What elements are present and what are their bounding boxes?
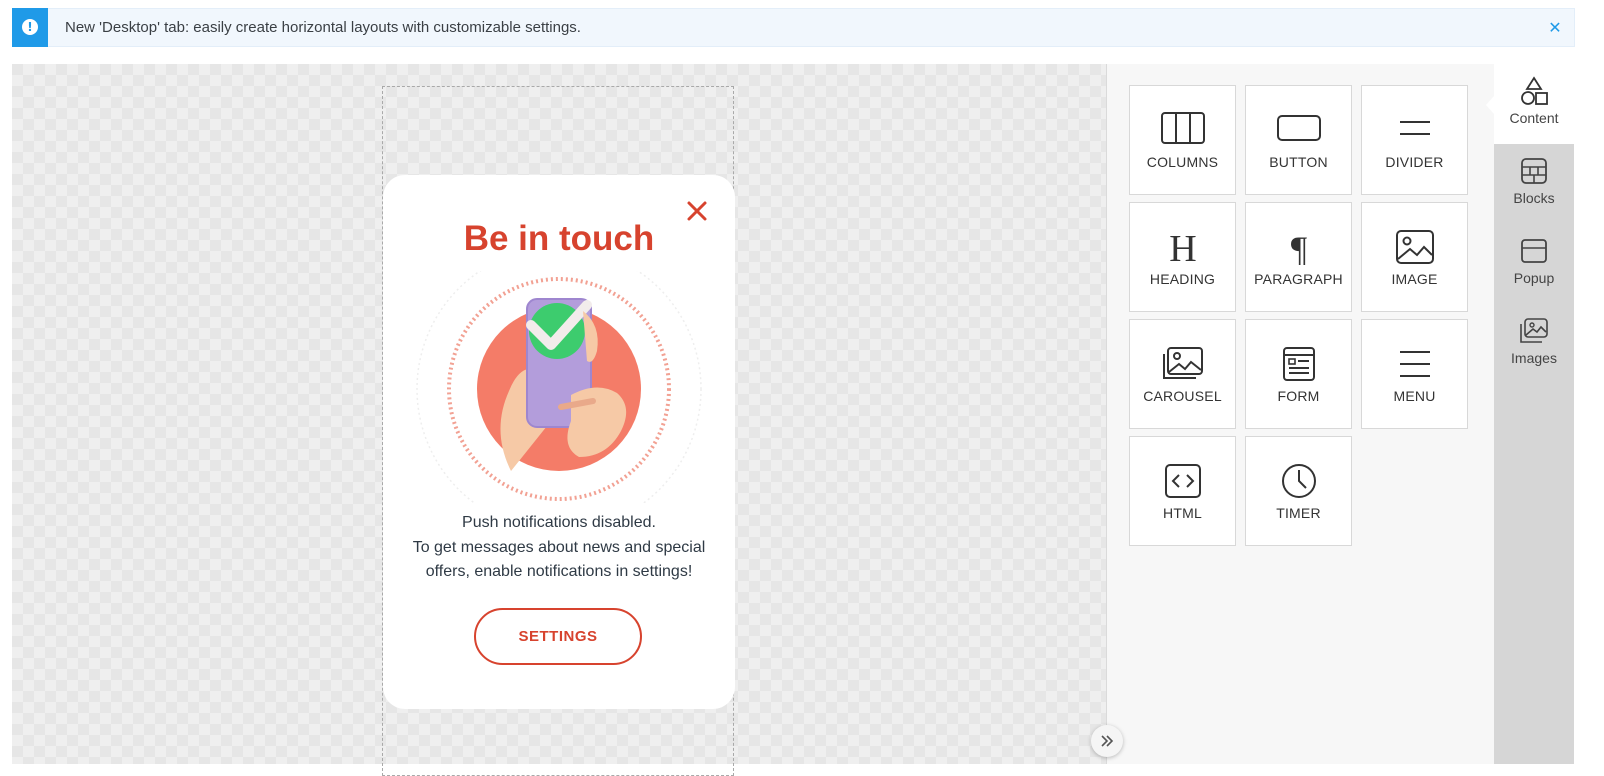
tile-paragraph[interactable]: ¶ PARAGRAPH	[1245, 202, 1352, 312]
shapes-icon	[1521, 76, 1548, 105]
collapse-panel-button[interactable]	[1091, 725, 1123, 757]
tab-label: Blocks	[1513, 190, 1555, 206]
divider-icon	[1399, 121, 1430, 135]
menu-icon	[1399, 351, 1430, 377]
tile-menu[interactable]: MENU	[1361, 319, 1468, 429]
tab-popup[interactable]: Popup	[1494, 224, 1574, 304]
popup-text-line: offers, enable notifications in settings…	[425, 563, 693, 580]
info-banner: ! New 'Desktop' tab: easily create horiz…	[12, 7, 1575, 47]
editor-canvas: Be in touch Push notifications disabled.…	[12, 64, 1106, 776]
popup-title[interactable]: Be in touch	[383, 219, 735, 259]
popup-text-line: To get messages about news and special	[412, 538, 706, 556]
tile-carousel[interactable]: CAROUSEL	[1129, 319, 1236, 429]
button-icon	[1276, 115, 1321, 141]
tile-label: BUTTON	[1269, 154, 1328, 170]
tile-label: FORM	[1277, 388, 1320, 404]
popup-preview[interactable]: Be in touch Push notifications disabled.…	[383, 175, 735, 709]
tab-label: Images	[1511, 350, 1557, 366]
close-icon[interactable]: ✕	[1546, 19, 1564, 37]
html-icon	[1164, 464, 1201, 498]
tile-label: HTML	[1163, 505, 1202, 521]
tab-label: Content	[1509, 110, 1559, 126]
tile-label: IMAGE	[1391, 271, 1438, 287]
tile-label: PARAGRAPH	[1254, 271, 1343, 287]
tab-blocks[interactable]: Blocks	[1494, 144, 1574, 224]
popup-text-line: Push notifications disabled.	[462, 514, 656, 531]
heading-icon: H	[1169, 229, 1196, 265]
images-icon	[1520, 318, 1548, 343]
content-panel: COLUMNS BUTTON DIVIDER H HEADING ¶ PARAG…	[1106, 64, 1494, 764]
tile-button[interactable]: BUTTON	[1245, 85, 1352, 195]
tab-content[interactable]: Content	[1486, 64, 1574, 144]
tile-columns[interactable]: COLUMNS	[1129, 85, 1236, 195]
tile-timer[interactable]: TIMER	[1245, 436, 1352, 546]
active-tab-pointer	[1486, 96, 1494, 114]
popup-icon	[1521, 239, 1547, 263]
banner-text: New 'Desktop' tab: easily create horizon…	[65, 19, 581, 36]
tab-images[interactable]: Images	[1494, 304, 1574, 384]
svg-text:H: H	[1169, 229, 1196, 265]
image-icon	[1395, 230, 1434, 264]
blocks-icon	[1521, 158, 1547, 184]
tile-image[interactable]: IMAGE	[1361, 202, 1468, 312]
form-icon	[1282, 347, 1315, 381]
tile-html[interactable]: HTML	[1129, 436, 1236, 546]
alert-icon: !	[22, 19, 38, 35]
tile-label: DIVIDER	[1385, 154, 1444, 170]
timer-icon	[1281, 464, 1316, 498]
svg-text:¶: ¶	[1290, 229, 1306, 265]
tile-label: HEADING	[1149, 271, 1216, 287]
phone-check-illustration[interactable]	[411, 271, 707, 503]
tile-divider[interactable]: DIVIDER	[1361, 85, 1468, 195]
settings-button[interactable]: SETTINGS	[474, 608, 642, 665]
tile-label: TIMER	[1276, 505, 1321, 521]
paragraph-icon: ¶	[1290, 229, 1306, 265]
tile-label: MENU	[1393, 388, 1436, 404]
tile-label: COLUMNS	[1146, 154, 1219, 170]
tile-heading[interactable]: H HEADING	[1129, 202, 1236, 312]
banner-icon-box: !	[12, 7, 48, 47]
columns-icon	[1160, 112, 1205, 144]
double-chevron-right-icon	[1101, 735, 1114, 747]
tile-label: CAROUSEL	[1143, 388, 1222, 404]
tab-label: Popup	[1513, 270, 1555, 286]
tile-form[interactable]: FORM	[1245, 319, 1352, 429]
carousel-icon	[1162, 347, 1203, 379]
popup-body-text[interactable]: Push notifications disabled. To get mess…	[403, 511, 715, 585]
vertical-tab-bar: Content Blocks Popup Images	[1486, 64, 1574, 764]
